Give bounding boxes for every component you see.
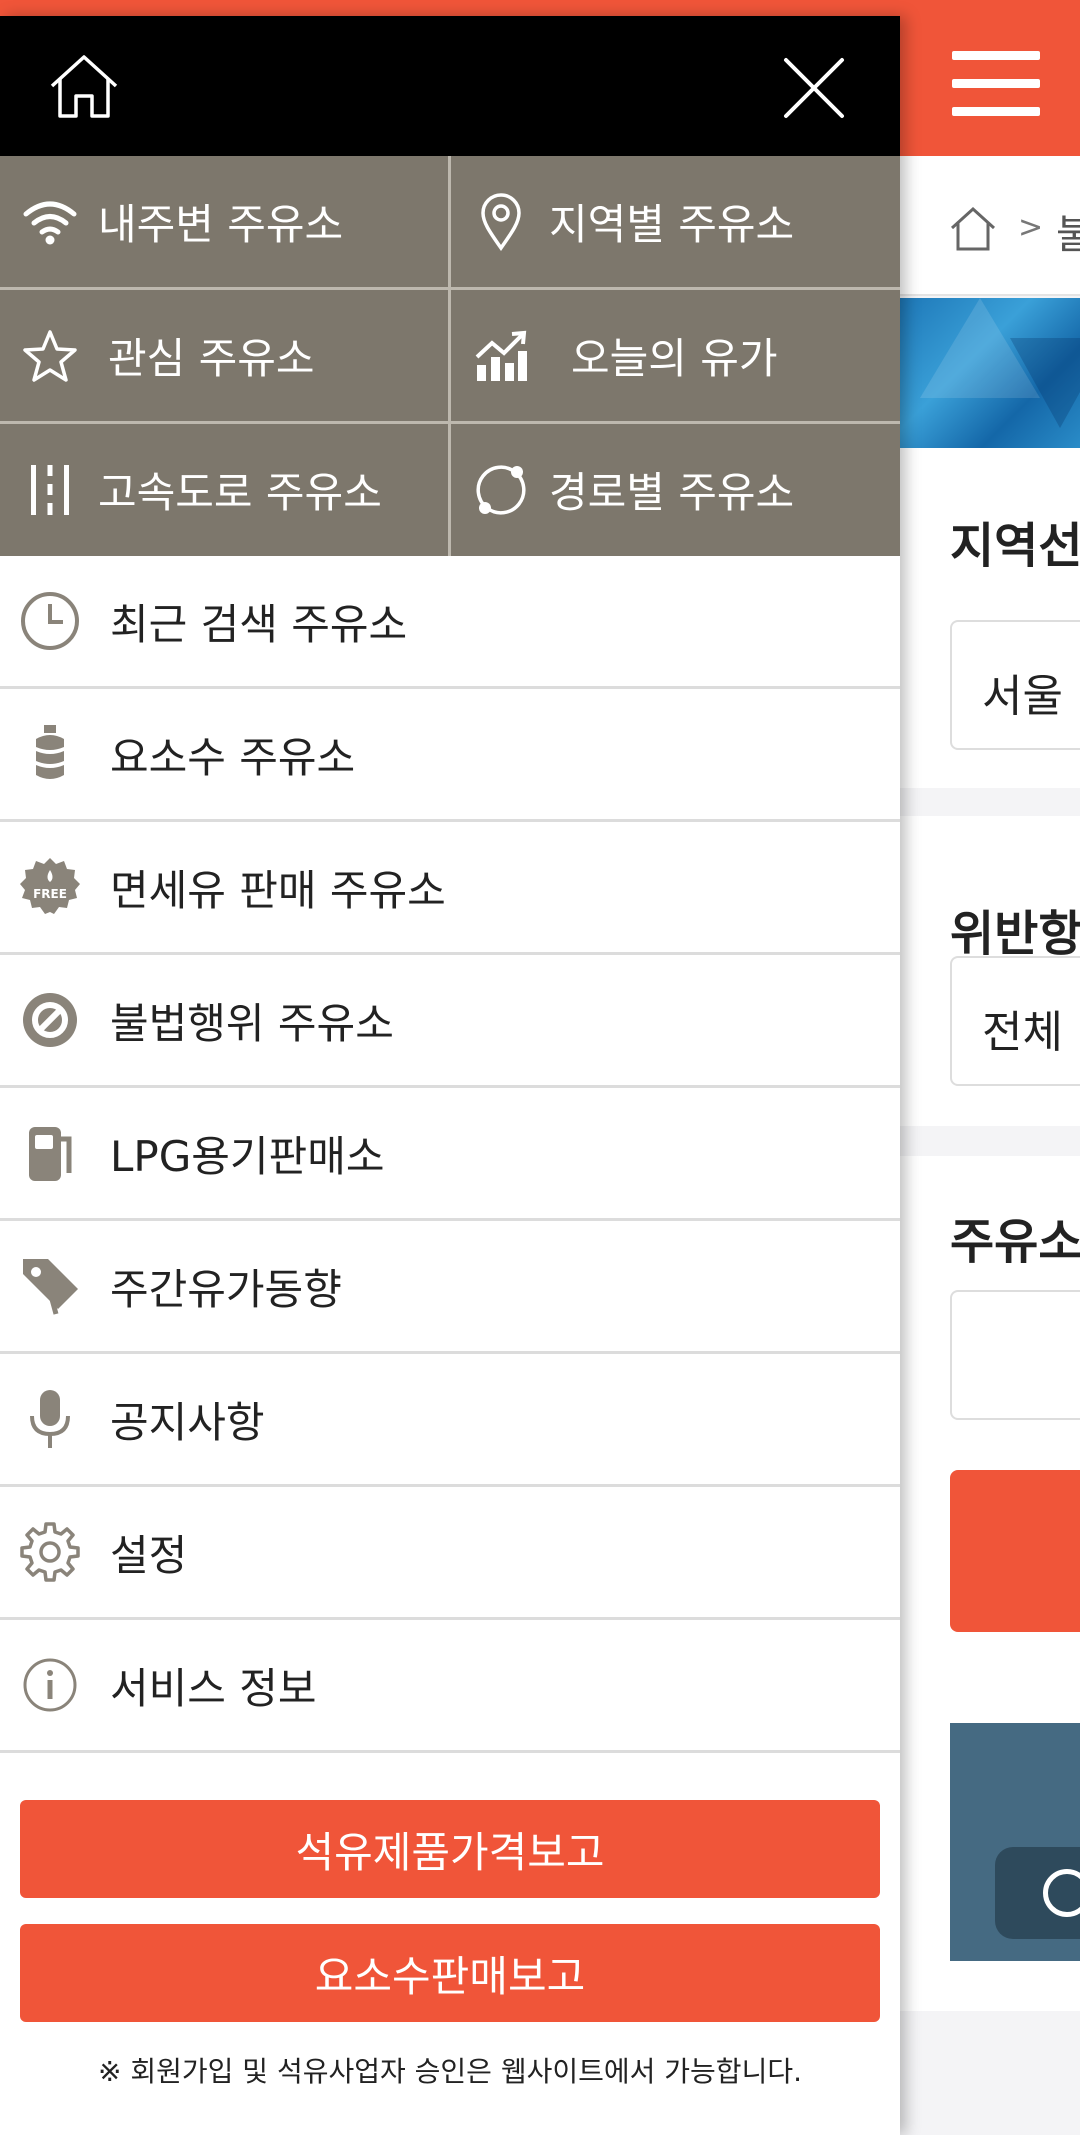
grid-divider bbox=[0, 287, 900, 290]
breadcrumb-current: 불 bbox=[1056, 212, 1080, 258]
grid-item-favorites[interactable]: 관심 주유소 bbox=[0, 290, 448, 421]
location-pin-icon bbox=[471, 192, 531, 252]
microphone-icon bbox=[18, 1387, 82, 1451]
signup-note: ※ 회원가입 및 석유사업자 승인은 웹사이트에서 가능합니다. bbox=[97, 2055, 802, 2088]
home-icon[interactable] bbox=[48, 52, 120, 120]
phone-icon bbox=[1043, 1869, 1080, 1917]
grid-item-label: 오늘의 유가 bbox=[571, 334, 778, 383]
price-chart-icon bbox=[471, 326, 531, 386]
menu-item-illegal-station[interactable]: 불법행위 주유소 bbox=[0, 955, 900, 1088]
violation-section-label: 위반항 bbox=[950, 906, 1080, 962]
menu-item-lpg-seller[interactable]: LPG용기판매소 bbox=[0, 1088, 900, 1221]
grid-item-label: 경로별 주유소 bbox=[549, 468, 795, 517]
menu-item-service-info[interactable]: 서비스 정보 bbox=[0, 1620, 900, 1753]
menu-list: 최근 검색 주유소 요소수 주유소 FREE 면세유 판매 주유소 불법행위 주… bbox=[0, 556, 900, 1753]
menu-item-recent-search[interactable]: 최근 검색 주유소 bbox=[0, 556, 900, 689]
background-header bbox=[900, 16, 1080, 156]
menu-item-weekly-trend[interactable]: 주간유가동향 bbox=[0, 1221, 900, 1354]
background-app: > 불 지역선 서울 위반항 전체 주유소 bbox=[900, 16, 1080, 2135]
hamburger-menu-icon[interactable] bbox=[952, 51, 1040, 117]
urea-bottle-icon bbox=[18, 722, 82, 786]
grid-item-by-route[interactable]: 경로별 주유소 bbox=[451, 424, 899, 555]
free-badge-icon: FREE bbox=[18, 855, 82, 919]
region-select[interactable]: 서울 bbox=[950, 620, 1080, 750]
menu-item-label: 설정 bbox=[110, 1530, 188, 1580]
menu-item-settings[interactable]: 설정 bbox=[0, 1487, 900, 1620]
grid-item-label: 고속도로 주유소 bbox=[98, 468, 382, 517]
tag-icon bbox=[18, 1254, 82, 1318]
grid-divider bbox=[448, 156, 451, 556]
region-section-label: 지역선 bbox=[950, 518, 1080, 574]
violation-select-value: 전체 bbox=[982, 1007, 1063, 1058]
grid-divider bbox=[0, 421, 900, 424]
grid-item-by-region[interactable]: 지역별 주유소 bbox=[451, 156, 899, 287]
call-button[interactable] bbox=[995, 1847, 1080, 1939]
menu-item-notice[interactable]: 공지사항 bbox=[0, 1354, 900, 1487]
breadcrumb-separator: > bbox=[1018, 210, 1044, 245]
station-section-label: 주유소 bbox=[950, 1214, 1080, 1270]
menu-item-urea-station[interactable]: 요소수 주유소 bbox=[0, 689, 900, 822]
info-icon bbox=[18, 1653, 82, 1717]
breadcrumb-home-icon[interactable] bbox=[948, 204, 998, 254]
breadcrumb: > 불 bbox=[900, 156, 1080, 296]
wifi-icon bbox=[20, 192, 80, 252]
search-button[interactable] bbox=[950, 1470, 1080, 1632]
report-price-button[interactable]: 석유제품가격보고 bbox=[20, 1800, 880, 1898]
menu-item-tax-free[interactable]: FREE 면세유 판매 주유소 bbox=[0, 822, 900, 955]
menu-item-label: 요소수 주유소 bbox=[110, 732, 356, 782]
menu-item-label: 공지사항 bbox=[110, 1397, 265, 1447]
violation-section: 위반항 전체 bbox=[900, 816, 1080, 1126]
gas-pump-icon bbox=[18, 1121, 82, 1185]
route-icon bbox=[471, 460, 531, 520]
report-urea-button[interactable]: 요소수판매보고 bbox=[20, 1924, 880, 2022]
menu-item-label: 최근 검색 주유소 bbox=[110, 599, 408, 649]
menu-item-label: 면세유 판매 주유소 bbox=[110, 865, 446, 915]
menu-item-label: 서비스 정보 bbox=[110, 1663, 317, 1713]
navigation-drawer: 내주변 주유소 지역별 주유소 관심 주유소 오늘의 유가 고속도로 주유소 경… bbox=[0, 16, 900, 2135]
drawer-header bbox=[0, 16, 900, 156]
violation-select[interactable]: 전체 bbox=[950, 956, 1080, 1086]
status-strip bbox=[0, 0, 1080, 16]
menu-item-label: LPG용기판매소 bbox=[110, 1131, 385, 1181]
highway-icon bbox=[20, 460, 80, 520]
grid-item-nearby[interactable]: 내주변 주유소 bbox=[0, 156, 448, 287]
grid-item-highway[interactable]: 고속도로 주유소 bbox=[0, 424, 448, 555]
region-select-value: 서울 bbox=[982, 671, 1063, 722]
prohibited-icon bbox=[18, 988, 82, 1052]
region-section: 지역선 서울 bbox=[900, 448, 1080, 788]
clock-icon bbox=[18, 589, 82, 653]
grid-item-label: 지역별 주유소 bbox=[549, 200, 795, 249]
menu-item-label: 주간유가동향 bbox=[110, 1264, 342, 1314]
promo-video[interactable] bbox=[950, 1723, 1080, 1961]
star-icon bbox=[20, 326, 80, 386]
station-name-input[interactable] bbox=[950, 1290, 1080, 1420]
grid-item-label: 내주변 주유소 bbox=[98, 200, 344, 249]
menu-item-label: 불법행위 주유소 bbox=[110, 998, 394, 1048]
grid-item-label: 관심 주유소 bbox=[108, 334, 315, 383]
svg-text:FREE: FREE bbox=[33, 887, 67, 901]
banner-image bbox=[900, 298, 1080, 448]
grid-item-today-price[interactable]: 오늘의 유가 bbox=[451, 290, 899, 421]
gear-icon bbox=[18, 1520, 82, 1584]
close-icon[interactable] bbox=[780, 54, 848, 122]
